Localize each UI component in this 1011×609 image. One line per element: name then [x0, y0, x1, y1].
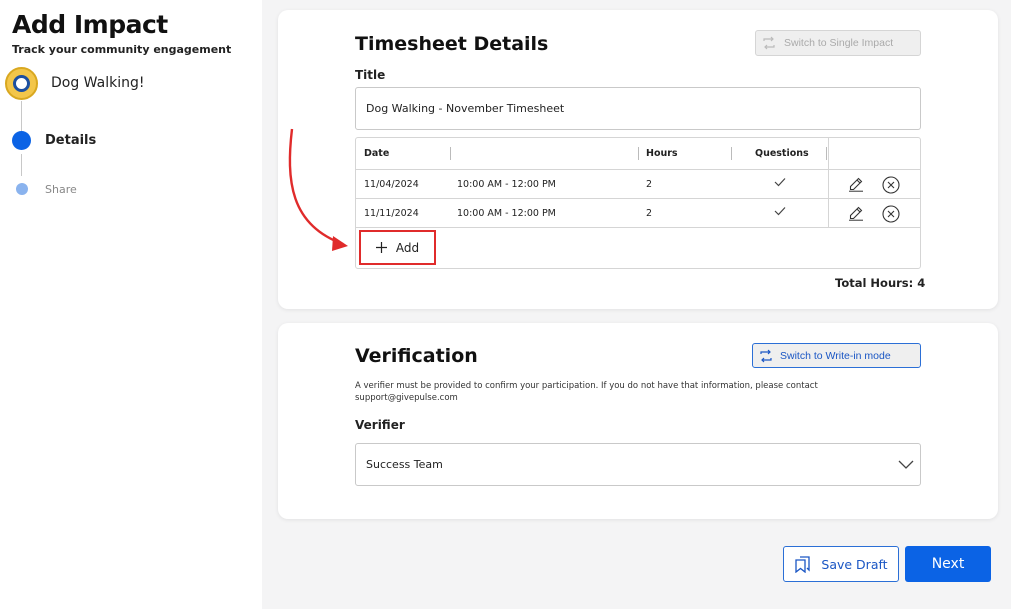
next-label: Next — [931, 556, 965, 572]
organization-name: Dog Walking! — [51, 75, 145, 91]
table-header: Date Hours Questions — [356, 138, 920, 170]
verifier-label: Verifier — [355, 418, 405, 432]
timesheet-card: Timesheet Details Switch to Single Impac… — [278, 10, 998, 309]
verification-card: Verification Switch to Write-in mode A v… — [278, 323, 998, 519]
column-separator — [826, 147, 827, 160]
verification-description: A verifier must be provided to confirm y… — [355, 381, 818, 403]
organization-logo — [5, 67, 38, 100]
page-title: Add Impact — [12, 10, 168, 39]
timesheet-section-title: Timesheet Details — [355, 33, 549, 55]
row-hours: 2 — [646, 208, 653, 219]
check-icon — [774, 178, 786, 187]
switch-to-single-impact-button[interactable]: Switch to Single Impact — [755, 30, 921, 56]
step-label-share[interactable]: Share — [45, 183, 77, 196]
switch-to-single-impact-label: Switch to Single Impact — [784, 37, 894, 49]
table-row: 11/04/2024 10:00 AM - 12:00 PM 2 — [356, 170, 920, 199]
total-hours: Total Hours: 4 — [835, 276, 926, 290]
column-header-hours: Hours — [646, 148, 678, 159]
switch-icon — [760, 349, 772, 362]
row-hours: 2 — [646, 179, 653, 190]
row-date: 11/04/2024 — [364, 179, 419, 190]
edit-pencil-icon[interactable] — [848, 176, 864, 192]
verifier-select[interactable]: Success Team — [355, 443, 921, 486]
column-header-date: Date — [364, 148, 390, 159]
row-time: 10:00 AM - 12:00 PM — [457, 179, 556, 190]
step-connector — [21, 154, 22, 176]
switch-to-write-in-mode-label: Switch to Write-in mode — [780, 349, 891, 362]
delete-circle-x-icon[interactable] — [882, 176, 900, 194]
add-row-button[interactable]: Add — [359, 230, 436, 265]
chevron-down-icon — [898, 460, 914, 469]
next-button[interactable]: Next — [905, 546, 991, 582]
save-draft-button[interactable]: Save Draft — [783, 546, 899, 582]
column-separator — [450, 147, 451, 160]
table-row: 11/11/2024 10:00 AM - 12:00 PM 2 — [356, 199, 920, 228]
switch-icon — [763, 36, 775, 50]
bookmark-copy-icon — [795, 556, 811, 573]
row-time: 10:00 AM - 12:00 PM — [457, 208, 556, 219]
column-separator — [638, 147, 639, 160]
add-row-label: Add — [395, 240, 420, 255]
verifier-selected-value: Success Team — [366, 458, 443, 471]
sidebar: Add Impact Track your community engageme… — [0, 0, 262, 609]
step-indicator-share — [16, 183, 28, 195]
step-connector — [21, 101, 22, 131]
edit-pencil-icon[interactable] — [848, 205, 864, 221]
switch-to-write-in-mode-button[interactable]: Switch to Write-in mode — [752, 343, 921, 368]
page-subtitle: Track your community engagement — [12, 43, 232, 56]
timesheet-table: Date Hours Questions 11/04/2024 10:00 AM… — [355, 137, 921, 269]
title-input[interactable] — [355, 87, 921, 130]
delete-circle-x-icon[interactable] — [882, 205, 900, 223]
save-draft-label: Save Draft — [821, 556, 888, 572]
verification-section-title: Verification — [355, 345, 478, 367]
check-icon — [774, 207, 786, 216]
step-indicator-details — [12, 131, 31, 150]
column-header-questions: Questions — [755, 148, 809, 159]
step-label-details[interactable]: Details — [45, 133, 96, 148]
title-label: Title — [355, 68, 386, 82]
column-separator — [731, 147, 732, 160]
row-date: 11/11/2024 — [364, 208, 419, 219]
plus-icon — [375, 242, 387, 253]
